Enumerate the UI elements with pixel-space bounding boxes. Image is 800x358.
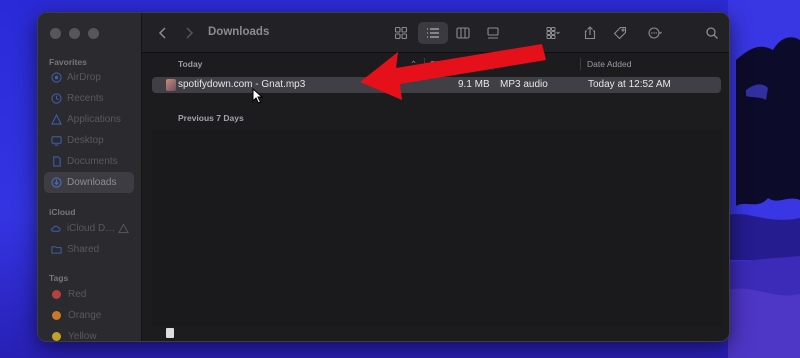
warning-icon bbox=[117, 223, 129, 235]
clock-icon bbox=[50, 93, 62, 105]
search-icon bbox=[706, 27, 718, 39]
columns-icon bbox=[456, 27, 470, 39]
download-icon bbox=[50, 177, 62, 189]
applications-icon bbox=[50, 114, 62, 126]
share-icon bbox=[584, 26, 596, 40]
sidebar-item-label: AirDrop bbox=[67, 72, 101, 83]
share-button[interactable] bbox=[578, 22, 602, 44]
sidebar-item-label: Recents bbox=[67, 93, 104, 104]
group-header-previous-7-days: Previous 7 Days bbox=[178, 113, 244, 123]
sidebar-item-tag-orange[interactable]: Orange bbox=[44, 305, 134, 326]
document-file-icon bbox=[166, 328, 174, 338]
audio-file-icon bbox=[166, 79, 176, 91]
search-button[interactable] bbox=[700, 22, 724, 44]
shared-folder-icon bbox=[50, 244, 62, 256]
sidebar-item-label: Downloads bbox=[67, 177, 117, 188]
column-divider bbox=[580, 58, 581, 70]
sidebar-item-icloud-drive[interactable]: iCloud D… bbox=[44, 218, 134, 239]
sidebar: Favorites AirDrop Recents Applications D… bbox=[38, 13, 142, 341]
empty-list-area bbox=[152, 129, 721, 327]
sidebar-item-label: Desktop bbox=[67, 135, 104, 146]
sidebar-item-applications[interactable]: Applications bbox=[44, 109, 134, 130]
desktop-wallpaper-left bbox=[0, 0, 40, 358]
sidebar-item-label: iCloud D… bbox=[66, 223, 116, 234]
file-name: spotifydown.com - Gnat.mp3 bbox=[178, 79, 306, 90]
sidebar-item-desktop[interactable]: Desktop bbox=[44, 130, 134, 151]
desktop-wallpaper-right bbox=[728, 0, 800, 358]
mouse-cursor-icon bbox=[252, 88, 264, 104]
back-button[interactable] bbox=[154, 22, 172, 44]
file-date-added: Today at 12:52 AM bbox=[588, 79, 671, 90]
sidebar-item-label: Applications bbox=[67, 114, 121, 125]
sidebar-item-documents[interactable]: Documents bbox=[44, 151, 134, 172]
sidebar-item-label: Yellow bbox=[68, 331, 97, 342]
window-controls bbox=[50, 28, 99, 39]
sidebar-item-tag-yellow[interactable]: Yellow bbox=[44, 326, 134, 342]
forward-button[interactable] bbox=[180, 22, 198, 44]
close-window-button[interactable] bbox=[50, 28, 61, 39]
sidebar-item-label: Orange bbox=[68, 310, 102, 321]
orange-tag-dot bbox=[52, 311, 61, 320]
tag-button[interactable] bbox=[608, 22, 632, 44]
sidebar-item-recents[interactable]: Recents bbox=[44, 88, 134, 109]
red-arrow-annotation bbox=[360, 44, 546, 100]
group-grid-icon bbox=[546, 27, 560, 39]
date-added-column-header[interactable]: Date Added bbox=[587, 59, 631, 69]
cloud-icon bbox=[50, 223, 62, 235]
list-icon bbox=[427, 28, 439, 38]
more-actions-button[interactable] bbox=[640, 22, 670, 44]
sidebar-item-downloads[interactable]: Downloads bbox=[44, 172, 134, 193]
chevron-right-icon bbox=[186, 27, 194, 39]
document-icon bbox=[50, 156, 62, 168]
sidebar-item-shared[interactable]: Shared bbox=[44, 239, 134, 260]
sidebar-item-tag-red[interactable]: Red bbox=[44, 284, 134, 305]
sidebar-heading-favorites: Favorites bbox=[49, 57, 87, 67]
grid-icon bbox=[394, 26, 408, 40]
tag-icon bbox=[613, 26, 627, 40]
name-column-header[interactable]: Today bbox=[178, 59, 202, 69]
ellipsis-circle-icon bbox=[648, 27, 662, 39]
sidebar-item-label: Shared bbox=[67, 244, 100, 255]
sidebar-heading-icloud: iCloud bbox=[49, 207, 76, 217]
partial-file-row[interactable] bbox=[166, 328, 721, 340]
gallery-icon bbox=[487, 27, 499, 39]
sidebar-heading-tags: Tags bbox=[49, 273, 69, 283]
sidebar-item-airdrop[interactable]: AirDrop bbox=[44, 67, 134, 88]
chevron-left-icon bbox=[158, 27, 166, 39]
window-title: Downloads bbox=[208, 26, 270, 38]
sidebar-item-label: Red bbox=[68, 289, 87, 300]
yellow-tag-dot bbox=[52, 332, 61, 341]
sidebar-item-label: Documents bbox=[67, 156, 118, 167]
desktop-icon bbox=[50, 135, 62, 147]
red-tag-dot bbox=[52, 290, 61, 299]
minimize-window-button[interactable] bbox=[69, 28, 80, 39]
airdrop-icon bbox=[50, 72, 62, 84]
zoom-window-button[interactable] bbox=[88, 28, 99, 39]
